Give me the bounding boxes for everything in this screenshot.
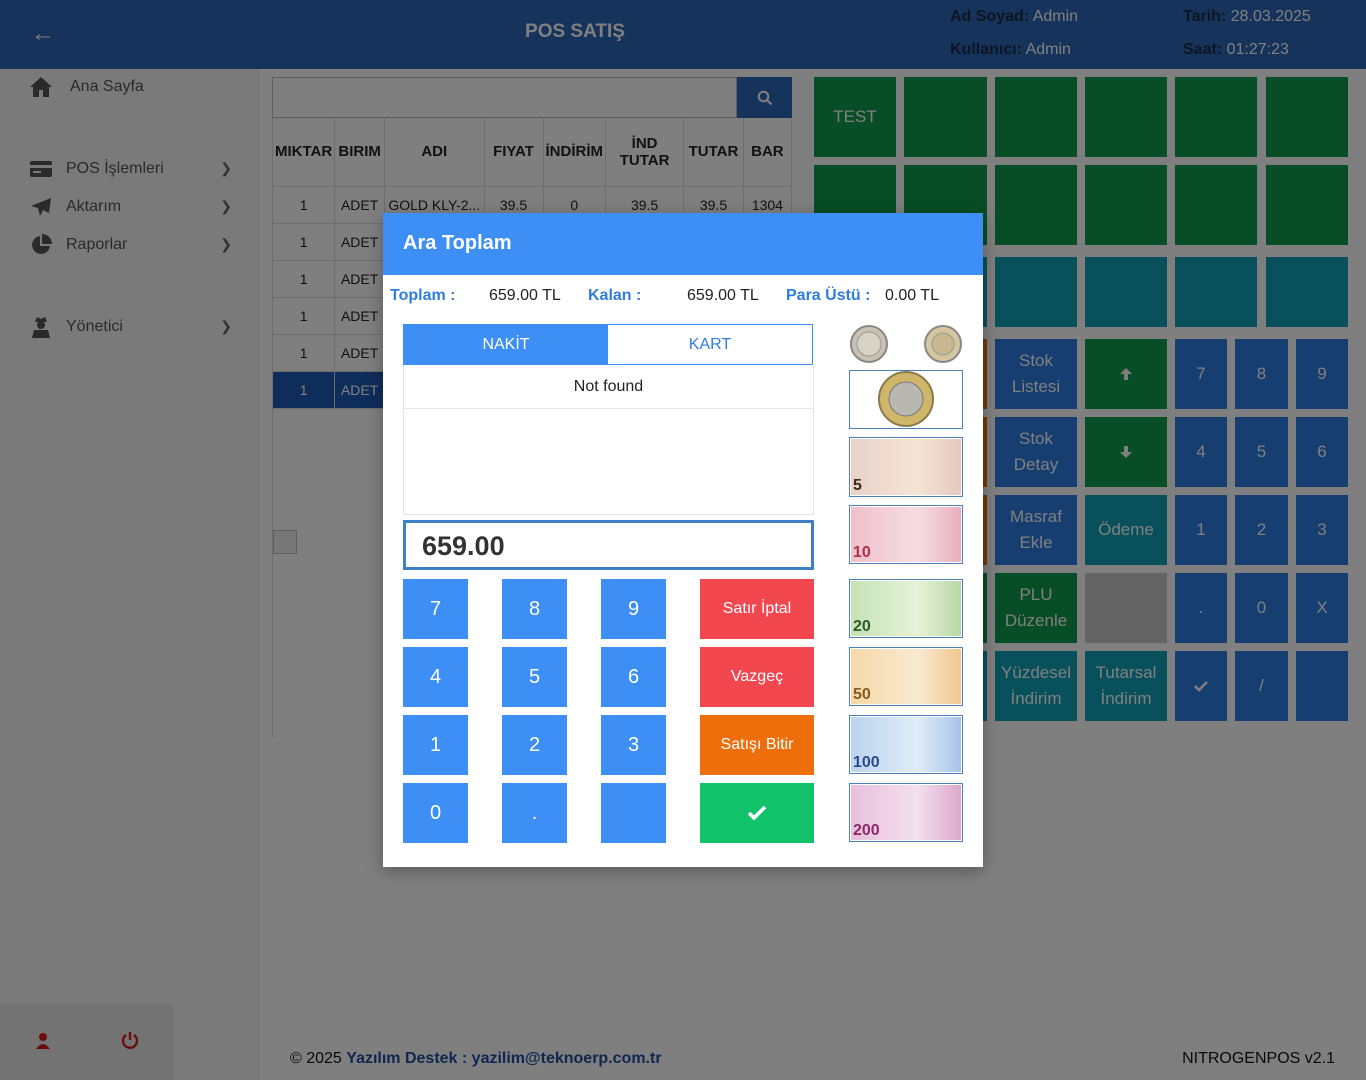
modal-key-8[interactable]: 8 (502, 579, 567, 639)
modal-title: Ara Toplam (383, 213, 983, 275)
modal-key-3[interactable]: 3 (601, 715, 666, 775)
modal-key-2[interactable]: 2 (502, 715, 567, 775)
satir-iptal-button[interactable]: Satır İptal (700, 579, 814, 639)
modal-key-4[interactable]: 4 (403, 647, 468, 707)
tab-nakit[interactable]: NAKİT (404, 325, 608, 364)
tab-kart[interactable]: KART (608, 325, 812, 364)
toplam-value: 659.00 TL (489, 287, 561, 304)
banknote-50[interactable]: 50 (849, 647, 963, 706)
modal-key-1[interactable]: 1 (403, 715, 468, 775)
modal-key-9[interactable]: 9 (601, 579, 666, 639)
banknote-10[interactable]: 10 (849, 505, 963, 564)
para-ustu-value: 0.00 TL (885, 287, 939, 304)
amount-input[interactable]: 659.00 (403, 520, 814, 570)
modal-key-0[interactable]: 0 (403, 783, 468, 843)
kalan-label: Kalan : (588, 287, 642, 304)
note-value: 200 (853, 822, 880, 839)
coin-50-kurus[interactable] (923, 324, 963, 364)
note-value: 10 (853, 544, 871, 561)
kalan-value: 659.00 TL (687, 287, 759, 304)
modal-key-7[interactable]: 7 (403, 579, 468, 639)
note-value: 50 (853, 686, 871, 703)
coin-25-kurus[interactable] (849, 324, 889, 364)
modal-key-dot[interactable]: . (502, 783, 567, 843)
coin-1-lira[interactable] (849, 370, 963, 429)
payment-list: Not found (403, 365, 814, 515)
modal-key-5[interactable]: 5 (502, 647, 567, 707)
empty-message: Not found (404, 365, 813, 409)
vazgec-button[interactable]: Vazgeç (700, 647, 814, 707)
check-icon (747, 805, 767, 821)
banknote-100[interactable]: 100 (849, 715, 963, 774)
toplam-label: Toplam : (390, 287, 456, 304)
confirm-button[interactable] (700, 783, 814, 843)
satisi-bitir-button[interactable]: Satışı Bitir (700, 715, 814, 775)
banknote-5[interactable]: 5 (849, 437, 963, 497)
banknote-20[interactable]: 20 (849, 579, 963, 638)
note-value: 100 (853, 754, 880, 771)
note-value: 20 (853, 618, 871, 635)
payment-tabs: NAKİT KART (403, 324, 813, 365)
banknote-200[interactable]: 200 (849, 783, 963, 842)
modal-key-6[interactable]: 6 (601, 647, 666, 707)
modal-key-empty[interactable] (601, 783, 666, 843)
note-value: 5 (853, 477, 862, 494)
para-ustu-label: Para Üstü : (786, 287, 871, 304)
subtotal-modal: Ara Toplam Toplam : 659.00 TL Kalan : 65… (383, 213, 983, 867)
